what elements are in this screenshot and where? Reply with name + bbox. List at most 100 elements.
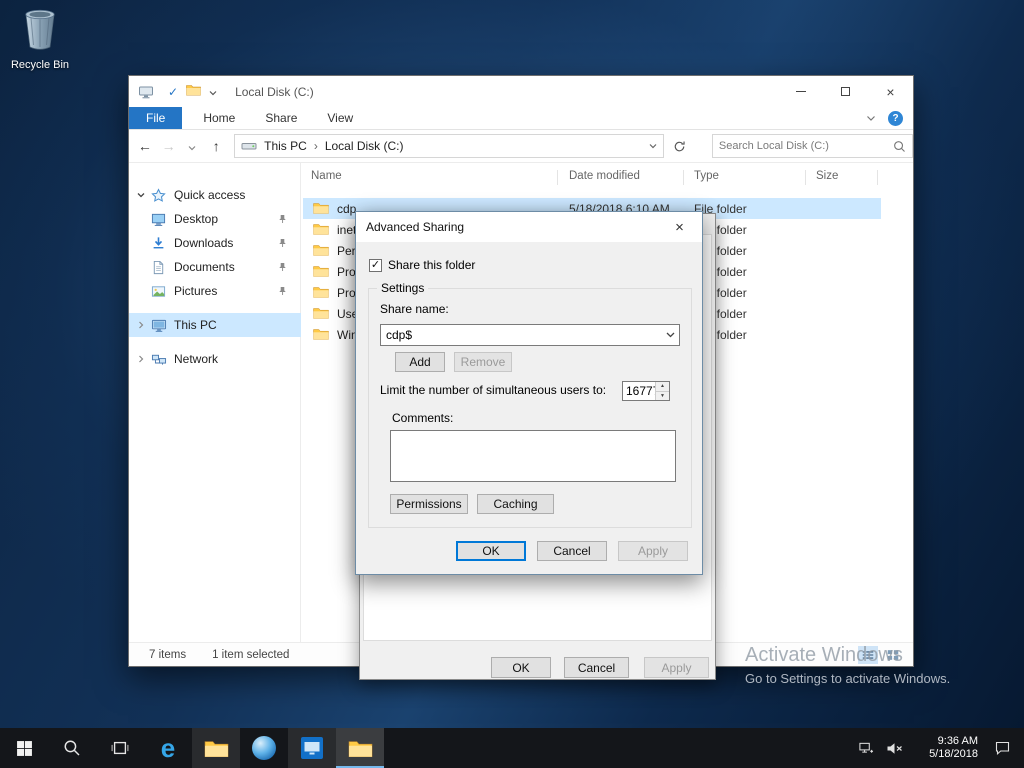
address-breadcrumb-box[interactable]: This PC › Local Disk (C:) (234, 134, 664, 158)
folder-icon (313, 328, 329, 341)
column-header-date-modified[interactable]: Date modified (569, 170, 640, 182)
quick-access-toolbar: ✓ (168, 83, 217, 101)
comments-textarea[interactable] (390, 430, 676, 482)
expander-open-icon[interactable] (137, 191, 147, 199)
column-header-size[interactable]: Size (816, 170, 838, 182)
spinner-up-icon[interactable]: ▲ (656, 382, 669, 391)
advanced-sharing-dialog: Advanced Sharing × ✓ Share this folder S… (355, 211, 703, 575)
sharing-cancel-button[interactable]: Cancel (537, 541, 607, 561)
explorer-titlebar[interactable]: ✓ Local Disk (C:) × (129, 76, 913, 107)
share-this-folder-checkbox-row[interactable]: ✓ Share this folder (369, 258, 475, 272)
downloads-icon (151, 236, 168, 251)
network-tray-icon[interactable] (852, 741, 880, 756)
close-button[interactable]: × (868, 76, 913, 107)
sidebar-label-downloads: Downloads (174, 236, 233, 250)
forward-button[interactable]: → (157, 138, 181, 154)
address-bar: ← → ↑ This PC › Local Disk (C:) (129, 130, 913, 163)
sidebar-item-pictures[interactable]: Pictures (129, 279, 301, 303)
sidebar-label-pictures: Pictures (174, 284, 217, 298)
search-icon[interactable] (893, 140, 912, 153)
checkbox-checked[interactable]: ✓ (369, 259, 382, 272)
edge-icon[interactable]: e (144, 728, 192, 768)
search-input[interactable] (713, 140, 893, 152)
up-button[interactable]: ↑ (204, 138, 228, 154)
selection-count: 1 item selected (212, 649, 289, 661)
taskbar-clock[interactable]: 9:36 AM 5/18/2018 (914, 735, 978, 761)
back-button[interactable]: ← (133, 138, 157, 154)
large-icons-view-button[interactable] (883, 646, 903, 664)
expander-closed-icon[interactable] (137, 321, 147, 329)
tab-file[interactable]: File (129, 107, 182, 129)
settings-group-label: Settings (377, 281, 428, 295)
sidebar-label-quick-access: Quick access (174, 188, 245, 202)
folder-icon (313, 265, 329, 278)
share-name-combobox[interactable]: cdp$ (380, 324, 680, 346)
limit-users-spinner[interactable]: 16777 ▲ ▼ (622, 381, 670, 401)
folder-icon (313, 202, 329, 215)
documents-icon (151, 260, 168, 275)
sidebar-item-network[interactable]: Network (129, 347, 301, 371)
permissions-button[interactable]: Permissions (390, 494, 468, 514)
browser-app-icon[interactable] (240, 728, 288, 768)
details-view-button[interactable] (858, 646, 878, 664)
ribbon-collapse-chevron-icon[interactable] (866, 111, 876, 125)
navigation-pane: Quick access Desktop Downloads (129, 163, 301, 644)
caching-button[interactable]: Caching (477, 494, 554, 514)
tab-home[interactable]: Home (188, 107, 250, 129)
sharing-apply-button: Apply (618, 541, 688, 561)
sidebar-item-documents[interactable]: Documents (129, 255, 301, 279)
volume-muted-tray-icon[interactable] (880, 741, 908, 756)
help-icon[interactable]: ? (888, 111, 903, 126)
tab-view[interactable]: View (312, 107, 368, 129)
properties-cancel-button[interactable]: Cancel (564, 657, 629, 678)
clock-date: 5/18/2018 (914, 748, 978, 761)
desktop-icon (151, 212, 168, 227)
history-chevron-icon[interactable] (181, 138, 205, 154)
sidebar-item-desktop[interactable]: Desktop (129, 207, 301, 231)
expander-closed-icon[interactable] (137, 355, 147, 363)
task-view-button[interactable] (96, 728, 144, 768)
refresh-button[interactable] (666, 134, 692, 158)
dialog-titlebar[interactable]: Advanced Sharing × (356, 212, 702, 242)
breadcrumb-root[interactable]: This PC (257, 139, 314, 153)
dialog-close-icon[interactable]: × (657, 212, 702, 242)
start-button[interactable] (0, 728, 48, 768)
file-explorer-taskbar-icon[interactable] (192, 728, 240, 768)
add-button[interactable]: Add (395, 352, 445, 372)
limit-users-value[interactable]: 16777 (623, 382, 655, 400)
comments-label: Comments: (392, 411, 453, 425)
column-header-type[interactable]: Type (694, 170, 719, 182)
minimize-button[interactable] (778, 76, 823, 107)
folder-icon (313, 307, 329, 320)
tab-share[interactable]: Share (250, 107, 312, 129)
column-header-name[interactable]: Name (311, 170, 342, 182)
qat-properties-icon[interactable]: ✓ (168, 85, 178, 99)
spinner-down-icon[interactable]: ▼ (656, 391, 669, 401)
sidebar-item-quick-access[interactable]: Quick access (129, 183, 301, 207)
taskbar-search-button[interactable] (48, 728, 96, 768)
sharing-ok-button[interactable]: OK (456, 541, 526, 561)
combo-dropdown-chevron-icon[interactable] (661, 332, 679, 338)
address-dropdown-chevron-icon[interactable] (643, 143, 663, 149)
breadcrumb-current[interactable]: Local Disk (C:) (318, 139, 411, 153)
properties-ok-button[interactable]: OK (491, 657, 551, 678)
ribbon-tab-strip: File Home Share View ? (129, 107, 913, 130)
recycle-bin-label: Recycle Bin (8, 59, 72, 71)
location-drive-icon (241, 139, 257, 153)
recycle-bin-icon[interactable] (19, 39, 61, 56)
blue-app-icon[interactable] (288, 728, 336, 768)
qat-customize-chevron-icon[interactable] (209, 83, 217, 101)
sidebar-item-this-pc[interactable]: This PC (129, 313, 301, 337)
sidebar-item-downloads[interactable]: Downloads (129, 231, 301, 255)
pin-icon (278, 214, 287, 224)
window-title: Local Disk (C:) (235, 85, 314, 99)
recycle-bin[interactable]: Recycle Bin (8, 6, 72, 71)
maximize-button[interactable] (823, 76, 868, 107)
limit-users-label: Limit the number of simultaneous users t… (380, 383, 606, 397)
pin-icon (278, 262, 287, 272)
pin-icon (278, 286, 287, 296)
system-menu-icon[interactable] (138, 84, 154, 100)
file-explorer-window-taskbar-icon[interactable] (336, 728, 384, 768)
action-center-icon[interactable] (988, 740, 1016, 756)
qat-new-folder-icon[interactable] (186, 83, 201, 101)
